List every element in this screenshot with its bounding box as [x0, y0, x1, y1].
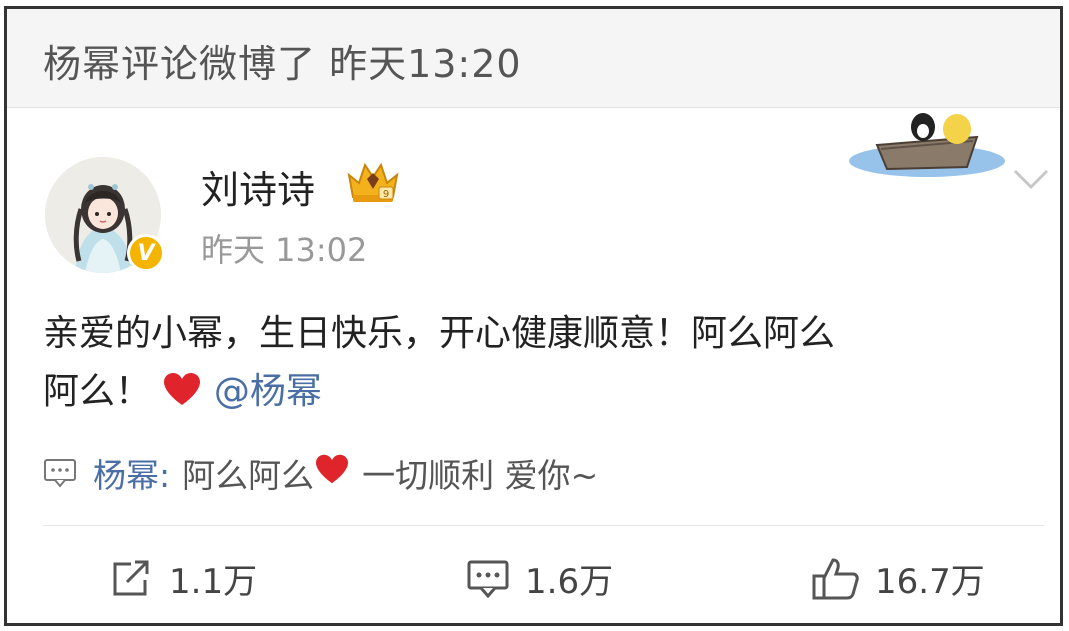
comment-icon — [467, 560, 509, 598]
comment-button[interactable]: 1.6万 — [465, 554, 613, 603]
comment-text: 阿么阿么 — [182, 456, 315, 495]
action-bar: 1.1万 1.6万 16.7万 — [7, 554, 1060, 610]
comment-heart-icon — [314, 453, 350, 493]
comment-bubble-icon — [44, 459, 76, 488]
notification-header: 杨幂评论微博了 昨天13:20 — [7, 9, 1060, 108]
post-text-end: 阿么！ — [43, 371, 152, 412]
featured-comment[interactable]: 杨幂: 阿么阿么 一切顺利 爱你~ — [43, 449, 598, 497]
notification-text: 杨幂评论微博了 昨天13:20 — [43, 42, 522, 86]
svg-text:9: 9 — [383, 189, 389, 200]
author-name[interactable]: 刘诗诗 — [201, 159, 315, 214]
weibo-card: 杨幂评论微博了 昨天13:20 V 刘诗诗 9 昨天 13:02 亲爱的小幂，生… — [4, 6, 1063, 626]
heart-icon — [162, 367, 202, 425]
repost-count: 1.1万 — [169, 562, 258, 602]
divider — [43, 525, 1044, 526]
post-content: 亲爱的小幂，生日快乐，开心健康顺意！阿么阿么 阿么！ @杨幂 — [43, 305, 1043, 425]
post-text-line: 亲爱的小幂，生日快乐，开心健康顺意！阿么阿么 — [43, 313, 836, 354]
verified-v-icon: V — [127, 234, 165, 272]
comment-count: 1.6万 — [525, 562, 614, 602]
boat-decoration-icon — [847, 105, 1007, 189]
comment-text-end: 一切顺利 爱你~ — [362, 456, 599, 495]
mention-link[interactable]: @杨幂 — [214, 371, 322, 412]
crown-vip-badge-icon[interactable]: 9 — [343, 159, 403, 209]
comment-author[interactable]: 杨幂: — [93, 449, 170, 497]
thumbs-up-icon — [812, 557, 859, 599]
post-time: 昨天 13:02 — [201, 231, 368, 269]
like-button[interactable]: 16.7万 — [811, 554, 985, 603]
chevron-down-icon[interactable] — [1011, 167, 1051, 195]
like-count: 16.7万 — [875, 562, 985, 602]
repost-button[interactable]: 1.1万 — [109, 554, 257, 603]
repost-icon — [113, 560, 149, 595]
post-text-line-2: 阿么！ @杨幂 — [43, 363, 1043, 425]
